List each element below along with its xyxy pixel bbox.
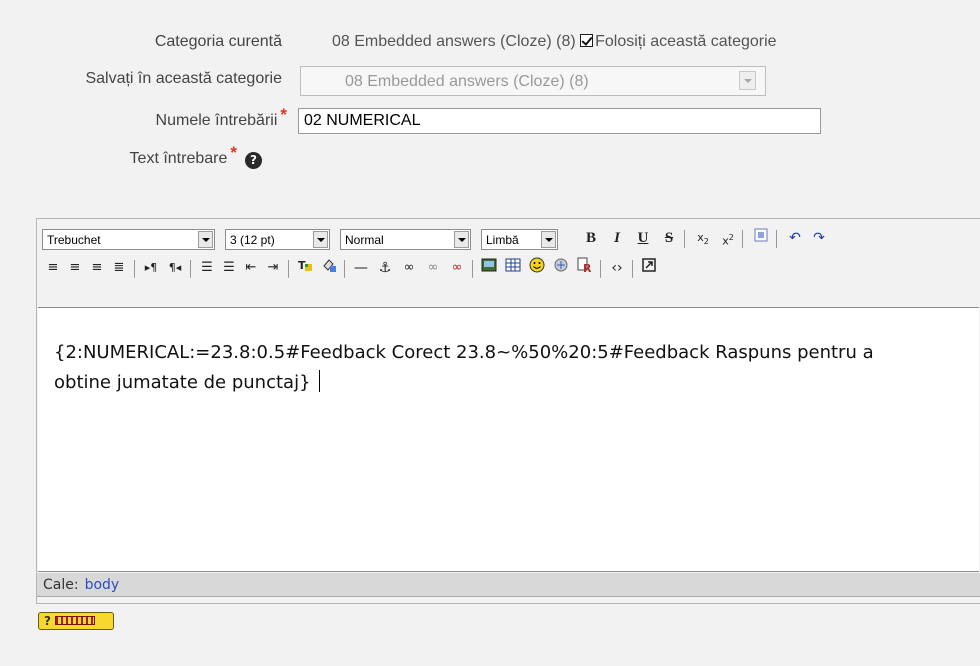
current-category-text: 08 Embedded answers (Cloze) (8) <box>332 33 576 50</box>
align-left-icon[interactable]: ≡ <box>42 257 64 279</box>
smiley-icon[interactable] <box>526 257 548 279</box>
chevron-down-icon <box>198 231 213 248</box>
unlink-icon[interactable]: ∞ <box>422 257 444 279</box>
font-family-value: Trebuchet <box>47 233 101 247</box>
language-value: Limbă <box>486 233 519 247</box>
image-icon[interactable] <box>478 257 500 279</box>
align-justify-icon[interactable]: ≣ <box>108 257 130 279</box>
help-icon[interactable]: ? <box>245 152 262 169</box>
editor-path-bar: Cale: body <box>37 573 980 597</box>
nolink-icon[interactable]: ∞ <box>446 257 468 279</box>
html-source-icon[interactable]: ‹› <box>606 257 628 279</box>
path-body-link[interactable]: body <box>85 577 120 593</box>
toolbar-separator <box>684 230 685 248</box>
link-icon[interactable]: ∞ <box>398 257 420 279</box>
toolbar-separator <box>288 260 289 278</box>
toolbar-separator <box>632 260 633 278</box>
underline-button[interactable]: U <box>632 227 654 249</box>
keyboard-icon <box>54 616 95 625</box>
toolbar-separator <box>190 260 191 278</box>
outdent-icon[interactable]: ⇤ <box>240 257 262 279</box>
undo-icon[interactable]: ↶ <box>784 227 806 249</box>
ordered-list-icon[interactable]: ☰ <box>196 257 218 279</box>
strikethrough-button[interactable]: S <box>658 227 680 249</box>
superscript-icon[interactable]: x2 <box>717 227 739 249</box>
font-family-select[interactable]: Trebuchet <box>42 229 215 250</box>
required-mark: * <box>280 105 287 124</box>
chevron-down-icon <box>739 71 756 90</box>
toolbar-separator <box>742 230 743 248</box>
italic-button[interactable]: I <box>606 227 628 249</box>
question-name-label-row: Numele întrebării * <box>0 105 287 130</box>
toolbar-separator <box>472 260 473 278</box>
editor-content: {2:NUMERICAL:=23.8:0.5#Feedback Corect 2… <box>54 338 934 398</box>
editor-content-area[interactable]: {2:NUMERICAL:=23.8:0.5#Feedback Corect 2… <box>38 307 979 572</box>
anchor-icon[interactable]: ⚓ <box>374 257 396 279</box>
path-label: Cale: <box>43 577 79 593</box>
align-right-icon[interactable]: ≡ <box>86 257 108 279</box>
fullscreen-icon[interactable] <box>638 257 660 279</box>
save-category-value: 08 Embedded answers (Cloze) (8) <box>345 73 589 90</box>
current-category-label: Categoria curentă <box>154 33 282 50</box>
special-character-icon[interactable] <box>550 257 572 279</box>
toolbar-separator <box>344 260 345 278</box>
rtl-icon[interactable]: ¶◂ <box>164 257 186 279</box>
question-text-label: Text întrebare <box>129 150 228 167</box>
indent-icon[interactable]: ⇥ <box>262 257 284 279</box>
question-name-input[interactable] <box>298 108 821 134</box>
paste-word-icon[interactable] <box>750 227 772 249</box>
required-mark: * <box>230 143 237 162</box>
question-name-label: Numele întrebării <box>155 112 278 129</box>
current-category-value: 08 Embedded answers (Cloze) (8) Folosiți… <box>332 33 777 51</box>
keyboard-help-button[interactable]: ? <box>38 612 114 630</box>
background-color-icon[interactable] <box>318 257 340 279</box>
use-category-label: Folosiți această categorie <box>595 33 777 50</box>
font-size-select[interactable]: 3 (12 pt) <box>225 229 330 250</box>
text-color-icon[interactable]: T <box>294 257 316 279</box>
save-category-label: Salvați în această categorie <box>85 70 282 87</box>
toolbar-separator <box>134 260 135 278</box>
unordered-list-icon[interactable]: ☰ <box>218 257 240 279</box>
format-value: Normal <box>345 233 384 247</box>
ltr-icon[interactable]: ▸¶ <box>140 257 162 279</box>
align-center-icon[interactable]: ≡ <box>64 257 86 279</box>
table-icon[interactable] <box>502 257 524 279</box>
svg-text:R: R <box>583 262 592 273</box>
save-category-select[interactable]: 08 Embedded answers (Cloze) (8) <box>300 66 766 96</box>
toolbar-separator <box>776 230 777 248</box>
subscript-icon[interactable]: x2 <box>692 227 714 249</box>
bold-button[interactable]: B <box>580 227 602 249</box>
chevron-down-icon <box>313 231 328 248</box>
horizontal-rule-icon[interactable]: — <box>350 257 372 279</box>
question-text-label-row: Text întrebare * <box>0 143 237 168</box>
chevron-down-icon <box>454 231 469 248</box>
chevron-down-icon <box>541 231 556 248</box>
format-select[interactable]: Normal <box>340 229 471 250</box>
language-select[interactable]: Limbă <box>481 229 558 250</box>
keyboard-help-label: ? <box>44 614 51 628</box>
toolbar-separator <box>600 260 601 278</box>
font-size-value: 3 (12 pt) <box>230 233 275 247</box>
html-editor: Trebuchet 3 (12 pt) Normal Limbă B I U S… <box>36 218 980 604</box>
editor-content-text: {2:NUMERICAL:=23.8:0.5#Feedback Corect 2… <box>54 342 874 393</box>
search-replace-icon[interactable]: R <box>574 257 596 279</box>
use-category-checkbox[interactable] <box>580 34 594 47</box>
svg-text:T: T <box>298 259 306 272</box>
redo-icon[interactable]: ↷ <box>808 227 830 249</box>
text-caret <box>318 370 320 392</box>
